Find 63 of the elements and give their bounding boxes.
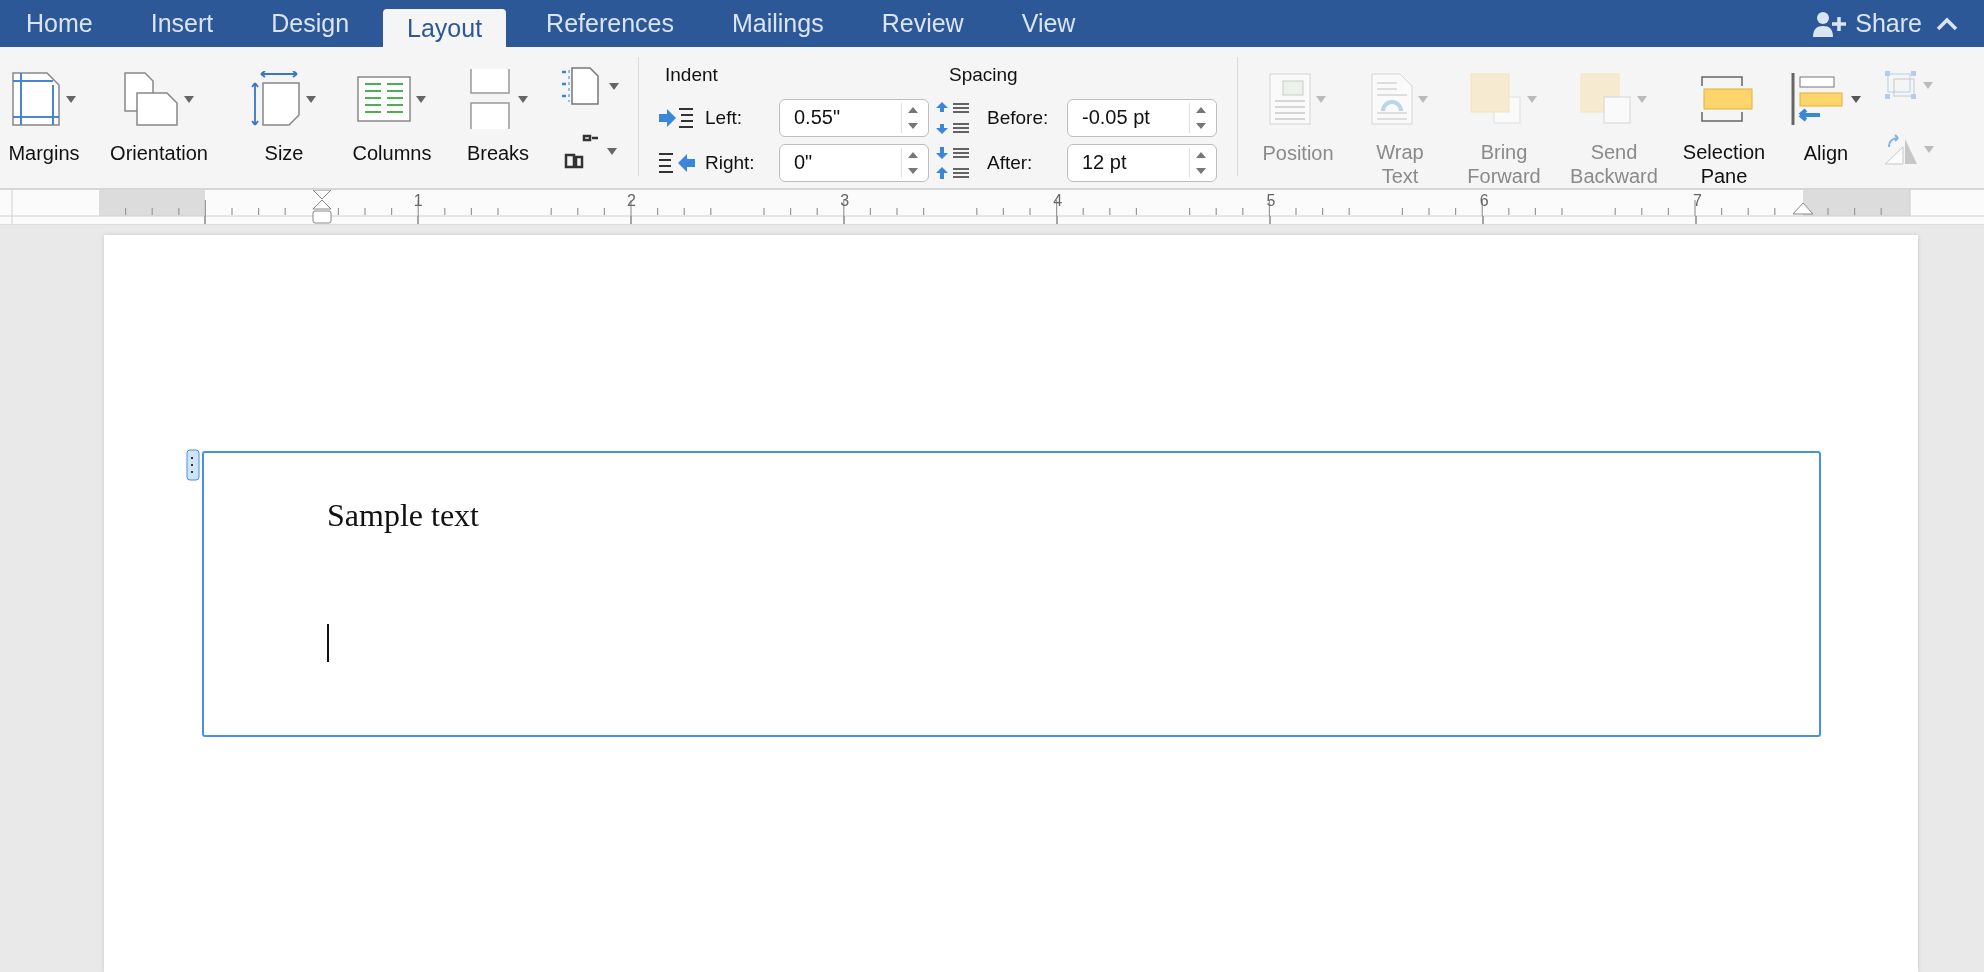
margins-button[interactable]: Margins [0,47,88,188]
text-box[interactable]: Sample text [202,451,1821,737]
selection-button[interactable]: Selection Pane [1670,47,1778,188]
wrap-text-icon [1371,72,1413,125]
margins-icon [11,71,61,127]
ribbon-tab[interactable]: Review [861,0,984,47]
dropdown-icon[interactable] [606,145,618,156]
ruler-number: 6 [1479,192,1489,210]
indent-field[interactable]: 0.55" [779,98,929,137]
right-indent-marker-icon[interactable] [1792,202,1814,216]
dropdown-icon[interactable] [1850,94,1862,104]
dropdown-icon[interactable] [183,94,195,104]
field-label: Right: [704,151,756,174]
position-icon [1269,73,1311,125]
field-label: Left: [704,106,743,129]
group-title: Spacing [948,64,1019,86]
text-box-text: Sample text [327,497,480,534]
ruler-number: 7 [1692,192,1702,210]
dropdown-icon[interactable] [517,94,529,104]
size-button[interactable]: Size [230,47,338,188]
ribbon-tab[interactable]: Insert [130,0,234,47]
spacing-icon [935,99,971,136]
ruler-number: 3 [840,192,850,210]
group-title: Indent [664,64,719,86]
spacing-field[interactable]: 12 pt [1067,143,1217,182]
page-size-icon [251,71,301,127]
ruler-number: 5 [1266,192,1276,210]
page-break-icon [467,69,513,129]
ruler-number: 1 [413,192,423,210]
spacing-icon [935,144,971,181]
columns-icon [357,76,411,122]
ribbon-tab[interactable]: Layout [383,9,507,47]
bring-forward-icon [1470,72,1522,125]
dropdown-icon[interactable] [415,94,427,104]
dropdown-icon[interactable] [608,81,620,92]
align-icon [1790,73,1846,125]
breaks-button[interactable]: Breaks [446,47,550,188]
ribbon-tab[interactable]: Home [6,0,113,47]
dropdown-icon[interactable] [305,94,317,104]
ribbon-tab[interactable]: Mailings [711,0,844,47]
ribbon-tab[interactable]: References [526,0,694,47]
indent-field[interactable]: 0" [779,143,929,182]
spacing-field[interactable]: -0.05 pt [1067,98,1217,137]
field-label: After: [986,151,1034,174]
ruler-number: 4 [1053,192,1063,210]
collapse-ribbon-icon[interactable] [1936,15,1958,32]
indent-left-icon [659,105,695,130]
share-button[interactable]: Share [1799,9,1936,38]
send-backward-icon [1580,72,1632,125]
ribbon-tab[interactable]: View [1001,0,1096,47]
orientation-icon [123,71,179,127]
indent-right-icon [659,150,695,175]
text-cursor [327,624,329,662]
align-button[interactable]: Align [1778,47,1874,188]
columns-button[interactable]: Columns [338,47,446,188]
dropdown-icon[interactable] [65,94,77,104]
add-person-icon [1813,10,1848,37]
anchor-handle-icon[interactable] [186,449,200,481]
ruler-number: 2 [626,192,636,210]
orientation-button[interactable]: Orientation [88,47,230,188]
ribbon-tab[interactable]: Design [251,0,370,47]
field-label: Before: [986,106,1050,129]
indent-marker-icon[interactable] [311,190,333,224]
